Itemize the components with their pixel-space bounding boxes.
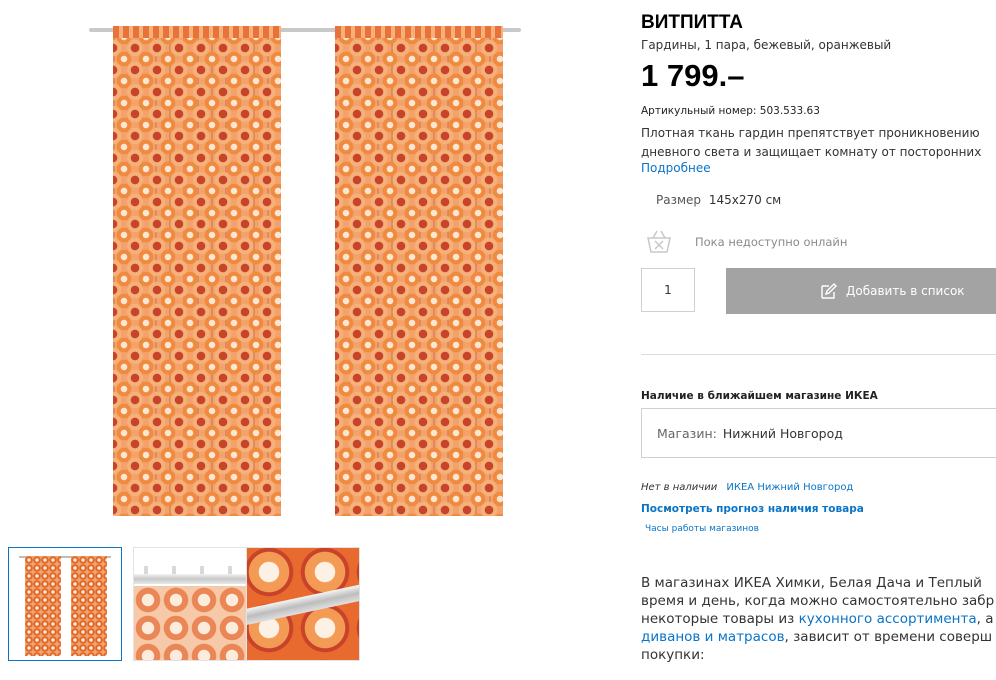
more-details-link[interactable]: Подробнее bbox=[641, 161, 711, 175]
pickup-text-fragment: , зависит от времени соверш bbox=[784, 629, 993, 645]
pickup-line: время и день, когда можно самостоятельно… bbox=[641, 593, 995, 609]
store-select[interactable]: Магазин: Нижний Новгород bbox=[641, 408, 996, 458]
store-select-value: Нижний Новгород bbox=[722, 425, 843, 441]
product-description: Гардины, 1 пара, бежевый, оранжевый bbox=[641, 38, 892, 52]
thumbnail-fabric bbox=[134, 586, 246, 660]
thumbnail-rod bbox=[134, 574, 246, 584]
store-select-label: Магазин: bbox=[657, 425, 717, 441]
pickup-text-fragment: некоторые товары из bbox=[641, 611, 799, 627]
pickup-line: диванов и матрасов, зависит от времени с… bbox=[641, 628, 996, 646]
edit-list-icon bbox=[821, 283, 837, 299]
nearest-store-title: Наличие в ближайшем магазине ИКЕА bbox=[641, 390, 878, 402]
size-label: Размер bbox=[656, 193, 702, 207]
curtain-panel-right bbox=[335, 26, 503, 516]
stock-store-link[interactable]: ИКЕА Нижний Новгород bbox=[726, 482, 853, 493]
stock-status-row: Нет в наличии ИКЕА Нижний Новгород bbox=[641, 482, 853, 493]
product-details-line: дневного света и защищает комнату от пос… bbox=[641, 145, 982, 159]
thumbnail-curtain-left bbox=[25, 556, 61, 656]
stock-forecast-link[interactable]: Посмотреть прогноз наличия товара bbox=[641, 503, 864, 515]
kitchen-assortment-link[interactable]: кухонного ассортимента bbox=[799, 611, 977, 627]
product-price: 1 799.– bbox=[641, 58, 745, 93]
curtain-heading bbox=[335, 26, 503, 38]
pickup-info-text: В магазинах ИКЕА Химки, Белая Дача и Теп… bbox=[641, 574, 996, 664]
curtain-panel-left bbox=[113, 26, 281, 516]
thumbnail-curtain-right bbox=[71, 556, 107, 656]
online-availability-status: Пока недоступно онлайн bbox=[695, 235, 848, 249]
size-value: 145x270 см bbox=[708, 193, 782, 207]
article-number-value: 503.533.63 bbox=[759, 105, 820, 117]
thumbnail-curtains-full-view[interactable] bbox=[8, 547, 122, 661]
article-number-label: Артикульный номер: bbox=[641, 105, 757, 117]
basket-unavailable-icon bbox=[647, 230, 671, 253]
product-main-image[interactable] bbox=[85, 12, 525, 517]
size-row: Размер 145x270 см bbox=[656, 193, 781, 207]
product-info: ВИТПИТТА Гардины, 1 пара, бежевый, оранж… bbox=[641, 0, 996, 680]
curtain-heading bbox=[113, 26, 281, 38]
add-to-list-label: Добавить в список bbox=[846, 284, 965, 298]
thumbnail-curtain-top-hooks[interactable] bbox=[133, 547, 247, 661]
pickup-line: покупки: bbox=[641, 647, 705, 663]
thumbnail-curtain-fabric-detail[interactable] bbox=[246, 547, 360, 661]
pickup-line: некоторые товары из кухонного ассортимен… bbox=[641, 610, 996, 628]
product-details-line: Плотная ткань гардин препятствует проник… bbox=[641, 126, 980, 140]
pickup-text-fragment: , а bbox=[976, 611, 994, 627]
stock-status: Нет в наличии bbox=[641, 482, 718, 493]
pickup-line: В магазинах ИКЕА Химки, Белая Дача и Теп… bbox=[641, 575, 982, 591]
quantity-input[interactable] bbox=[641, 268, 695, 312]
product-details-text: Плотная ткань гардин препятствует проник… bbox=[641, 124, 996, 162]
article-number-row: Артикульный номер: 503.533.63 bbox=[641, 105, 820, 117]
add-to-list-button[interactable]: Добавить в список bbox=[726, 268, 996, 314]
sofas-mattresses-link[interactable]: диванов и матрасов bbox=[641, 629, 785, 645]
product-name: ВИТПИТТА bbox=[641, 12, 744, 33]
section-divider bbox=[641, 354, 996, 355]
store-hours-link[interactable]: Часы работы магазинов bbox=[645, 524, 759, 534]
